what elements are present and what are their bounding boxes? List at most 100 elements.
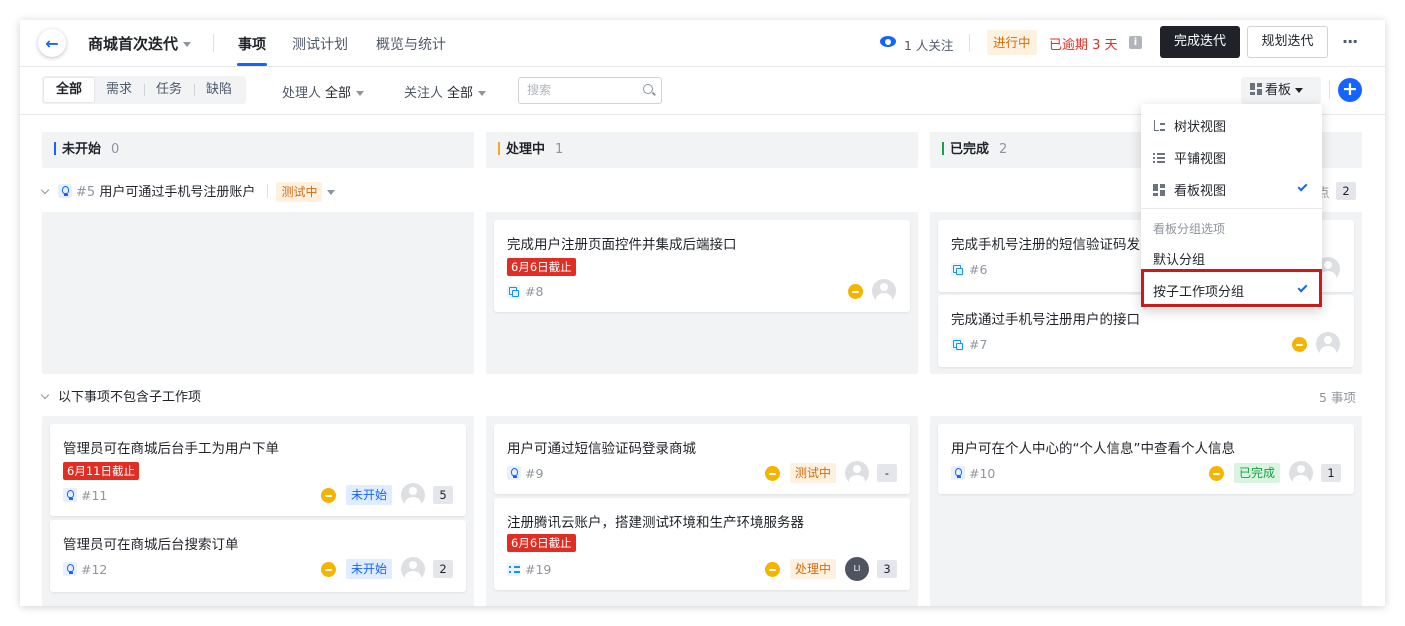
- chevron-down-icon: [478, 91, 487, 96]
- requirement-icon: [951, 466, 965, 480]
- header-bar: ← 商城首次迭代 事项 测试计划 概览与统计 1 人关注 进行中 已逾期 3 天…: [20, 20, 1385, 67]
- subitem-count: 1: [1321, 464, 1341, 482]
- avatar[interactable]: [401, 557, 425, 581]
- avatar[interactable]: [872, 279, 896, 303]
- card-19[interactable]: 注册腾讯云账户，搭建测试环境和生产环境服务器 6月6日截止 #19 处理中 LI…: [494, 498, 910, 590]
- card-12[interactable]: 管理员可在商城后台搜索订单 #12 未开始 2: [50, 520, 466, 592]
- segment-task[interactable]: 任务: [144, 78, 194, 102]
- status-badge[interactable]: 测试中: [276, 182, 323, 202]
- requirement-icon: [63, 488, 77, 502]
- card-10[interactable]: 用户可在个人中心的“个人信息”中查看个人信息 #10 已完成 1: [938, 424, 1354, 494]
- swimlane-in-progress: 完成用户注册页面控件并集成后端接口 6月6日截止 #8: [486, 212, 918, 374]
- menu-item-kanban-view[interactable]: 看板视图: [1153, 180, 1226, 199]
- chevron-down-icon[interactable]: [40, 390, 50, 400]
- priority-icon[interactable]: [321, 562, 336, 577]
- card-title: 注册腾讯云账户，搭建测试环境和生产环境服务器: [507, 515, 804, 531]
- chevron-down-icon[interactable]: [40, 185, 50, 195]
- view-switch-button[interactable]: 看板: [1241, 77, 1321, 104]
- due-badge: 6月11日截止: [63, 462, 139, 480]
- subitem-count: 2: [433, 560, 453, 578]
- status-badge[interactable]: 已完成: [1234, 463, 1281, 483]
- avatar[interactable]: LI: [845, 557, 869, 581]
- avatar[interactable]: [845, 461, 869, 485]
- requirement-icon: [58, 184, 72, 198]
- segment-bug[interactable]: 缺陷: [194, 78, 244, 102]
- requirement-icon: [507, 466, 521, 480]
- subitem-count: 3: [877, 560, 897, 578]
- card-9[interactable]: 用户可通过短信验证码登录商城 #9 测试中 -: [494, 424, 910, 494]
- priority-icon[interactable]: [765, 562, 780, 577]
- due-badge: 6月6日截止: [507, 534, 576, 552]
- tab-overview[interactable]: 概览与统计: [376, 34, 446, 54]
- card-title: 管理员可在商城后台手工为用户下单: [63, 441, 279, 457]
- priority-icon[interactable]: [848, 284, 863, 299]
- task-icon: [951, 338, 964, 351]
- iteration-title[interactable]: 商城首次迭代: [88, 33, 192, 54]
- divider: [213, 34, 214, 52]
- avatar[interactable]: [1316, 332, 1340, 356]
- menu-item-default-group[interactable]: 默认分组: [1153, 249, 1205, 268]
- back-button[interactable]: ←: [38, 29, 66, 57]
- segment-all[interactable]: 全部: [44, 78, 95, 102]
- kanban-icon: [1153, 184, 1165, 196]
- tab-test-plan[interactable]: 测试计划: [292, 34, 348, 54]
- status-badge[interactable]: 未开始: [346, 559, 393, 579]
- card-title: 完成通过手机号注册用户的接口: [951, 312, 1140, 328]
- group-count: 2: [1336, 182, 1356, 200]
- divider: [1141, 208, 1322, 209]
- group-row-no-subitems[interactable]: 以下事项不包含子工作项: [40, 386, 201, 405]
- info-icon[interactable]: i: [1129, 36, 1142, 49]
- chevron-down-icon[interactable]: [327, 190, 336, 195]
- followers-count[interactable]: 1 人关注: [904, 35, 953, 54]
- menu-item-flat-view[interactable]: 平铺视图: [1153, 148, 1226, 167]
- divider: [1329, 81, 1330, 99]
- due-badge: 6月6日截止: [507, 258, 576, 276]
- search-input[interactable]: 搜索: [518, 77, 662, 104]
- more-icon[interactable]: ···: [1342, 32, 1358, 51]
- card-11[interactable]: 管理员可在商城后台手工为用户下单 6月11日截止 #11 未开始 5: [50, 424, 466, 516]
- check-icon: [1297, 181, 1308, 192]
- status-badge[interactable]: 处理中: [790, 559, 837, 579]
- active-tab-indicator: [237, 63, 267, 66]
- tab-items[interactable]: 事项: [238, 34, 266, 54]
- arrow-left-icon: ←: [45, 33, 59, 53]
- avatar[interactable]: [401, 483, 425, 507]
- priority-icon[interactable]: [321, 488, 336, 503]
- segment-requirement[interactable]: 需求: [94, 78, 144, 102]
- kanban-icon: [1250, 83, 1262, 95]
- priority-icon[interactable]: [1209, 466, 1224, 481]
- list-icon: [1153, 152, 1165, 164]
- group-row-5[interactable]: #5 用户可通过手机号注册账户 测试中: [40, 181, 336, 202]
- watcher-filter[interactable]: 关注人 全部: [404, 82, 487, 101]
- search-icon: [643, 84, 653, 94]
- tree-icon: [1153, 120, 1165, 132]
- card-8[interactable]: 完成用户注册页面控件并集成后端接口 6月6日截止 #8: [494, 220, 910, 312]
- card-title: 用户可在个人中心的“个人信息”中查看个人信息: [951, 441, 1235, 457]
- swimlane-done-2: 用户可在个人中心的“个人信息”中查看个人信息 #10 已完成 1: [930, 416, 1362, 606]
- priority-icon[interactable]: [765, 466, 780, 481]
- chevron-down-icon: [356, 91, 365, 96]
- chevron-down-icon: [183, 42, 192, 47]
- eye-icon[interactable]: [880, 36, 896, 47]
- swimlane-in-progress-2: 用户可通过短信验证码登录商城 #9 测试中 - 注册腾讯云账户，搭建测试环境和生…: [486, 416, 918, 606]
- assignee-filter[interactable]: 处理人 全部: [282, 82, 365, 101]
- card-title: 完成手机号注册的短信验证码发: [951, 237, 1140, 253]
- card-title: 用户可通过短信验证码登录商城: [507, 441, 696, 457]
- priority-icon[interactable]: [1292, 337, 1307, 352]
- complete-iteration-button[interactable]: 完成迭代: [1160, 26, 1240, 58]
- requirement-icon: [63, 562, 77, 576]
- iteration-status-badge[interactable]: 进行中: [987, 30, 1037, 55]
- add-item-button[interactable]: +: [1338, 78, 1362, 102]
- overdue-text: 已逾期 3 天: [1049, 38, 1118, 53]
- plan-iteration-button[interactable]: 规划迭代: [1247, 26, 1328, 58]
- status-badge[interactable]: 测试中: [790, 463, 837, 483]
- menu-item-tree-view[interactable]: 树状视图: [1153, 116, 1226, 135]
- chevron-down-icon: [1295, 88, 1304, 93]
- card-title: 管理员可在商城后台搜索订单: [63, 537, 239, 553]
- task-icon: [507, 285, 520, 298]
- status-badge[interactable]: 未开始: [346, 485, 393, 505]
- subitem-count: -: [877, 464, 897, 482]
- group-item-count: 5 事项: [1319, 390, 1356, 405]
- avatar[interactable]: [1289, 461, 1313, 485]
- menu-group-header: 看板分组选项: [1153, 222, 1226, 236]
